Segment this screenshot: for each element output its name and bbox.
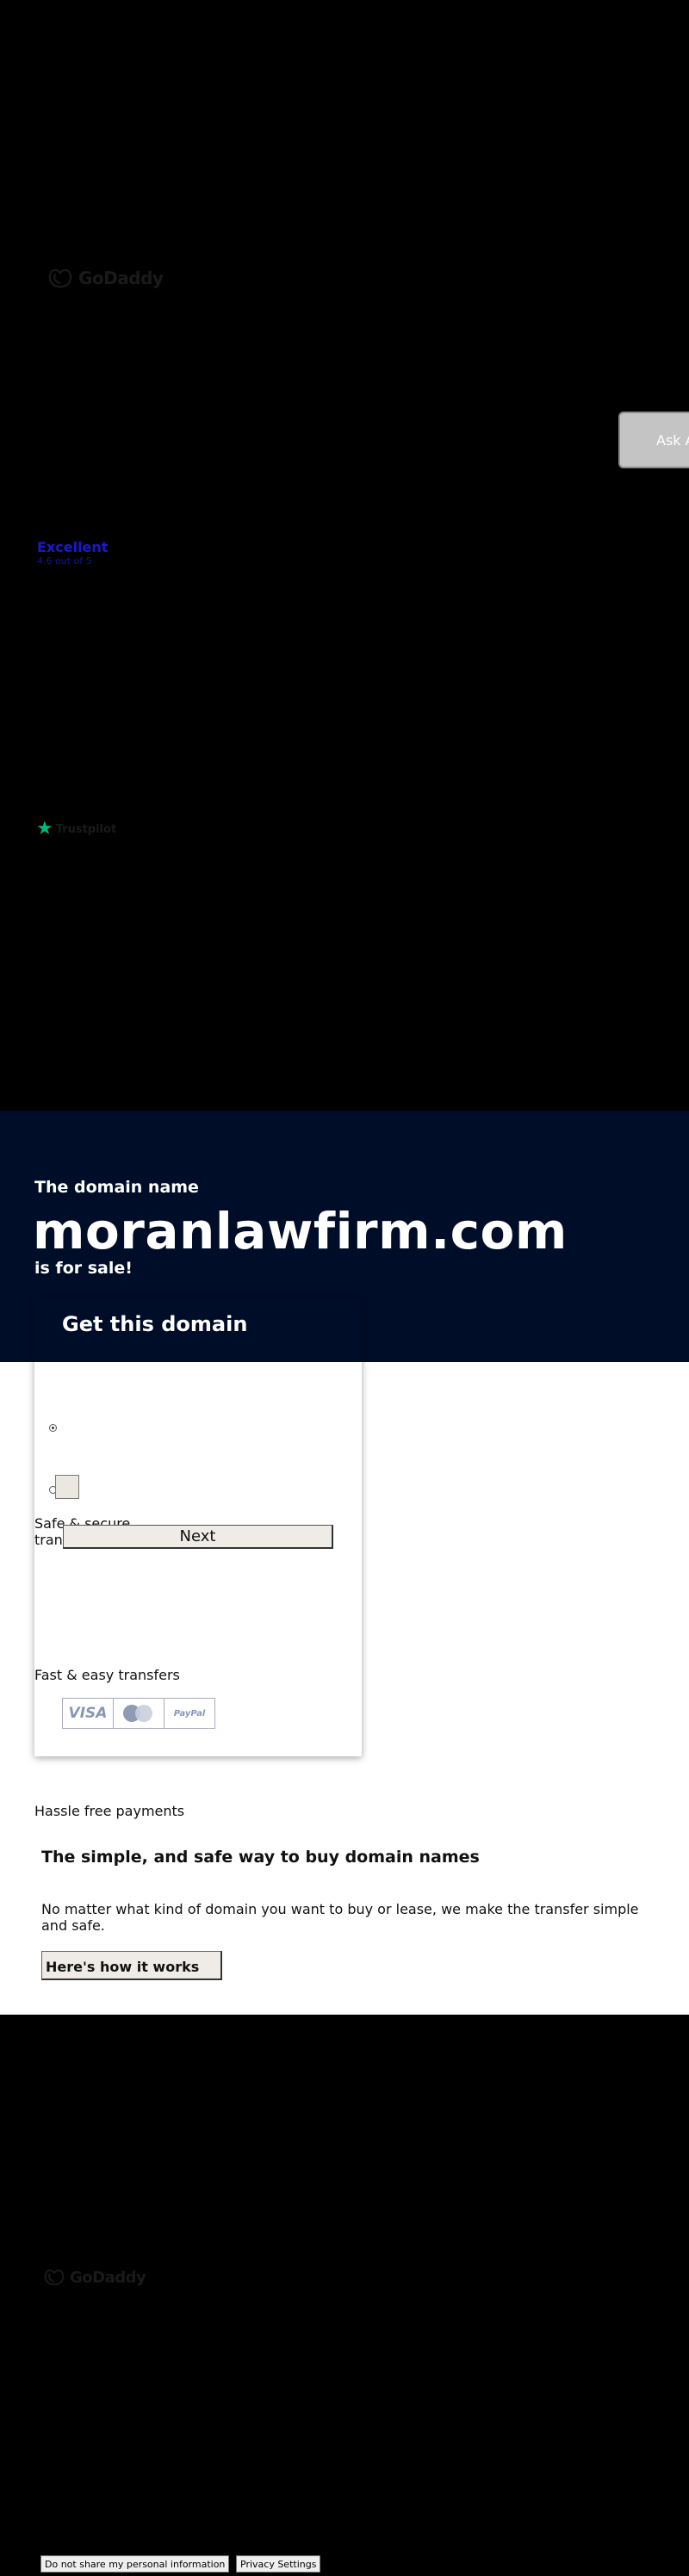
paypal-icon: PayPal — [164, 1698, 215, 1729]
trustpilot-logo[interactable]: ★ Trustpilot — [36, 820, 116, 839]
info-title: The simple, and safe way to buy domain n… — [41, 1848, 480, 1867]
rating-subtitle: 4.6 out of 5 — [37, 555, 92, 567]
ask-button-label: Ask A — [656, 431, 689, 449]
footer-logo-text: GoDaddy — [70, 2268, 146, 2287]
ask-button[interactable]: Ask A — [618, 412, 689, 468]
feature-fast-transfers: Fast & easy transfers — [34, 1667, 180, 1683]
privacy-settings-button[interactable]: Privacy Settings — [236, 2555, 321, 2573]
rating-title: Excellent — [37, 539, 109, 555]
logo-text: GoDaddy — [78, 268, 164, 288]
next-button[interactable]: Next — [63, 1525, 333, 1549]
visa-label: VISA — [68, 1705, 108, 1722]
trustpilot-label: Trustpilot — [55, 822, 117, 836]
option-toggle-button[interactable] — [55, 1475, 79, 1499]
paypal-label: PayPal — [173, 1708, 206, 1718]
how-it-works-button[interactable]: Here's how it works — [41, 1951, 222, 1980]
mastercard-icon — [113, 1698, 164, 1729]
hero-pre-text: The domain name — [34, 1178, 199, 1197]
card-title: Get this domain — [62, 1312, 248, 1336]
hero-post-text: is for sale! — [34, 1259, 133, 1278]
info-description: No matter what kind of domain you want t… — [41, 1901, 639, 1934]
purchase-option-radio-1[interactable] — [49, 1424, 57, 1432]
payment-methods: VISA PayPal — [62, 1698, 215, 1729]
footer-godaddy-logo[interactable]: GoDaddy — [43, 2268, 146, 2287]
godaddy-logo-icon — [48, 269, 72, 288]
feature-hassle-free: Hassle free payments — [34, 1803, 185, 1819]
godaddy-logo-icon — [44, 2269, 65, 2286]
domain-name-heading: moranlawfirm.com — [33, 1202, 568, 1260]
rating-widget: Excellent 4.6 out of 5 — [37, 539, 108, 567]
godaddy-logo[interactable]: GoDaddy — [47, 265, 164, 291]
visa-icon: VISA — [62, 1698, 114, 1729]
star-icon: ★ — [36, 818, 53, 839]
do-not-share-button[interactable]: Do not share my personal information — [40, 2555, 230, 2573]
